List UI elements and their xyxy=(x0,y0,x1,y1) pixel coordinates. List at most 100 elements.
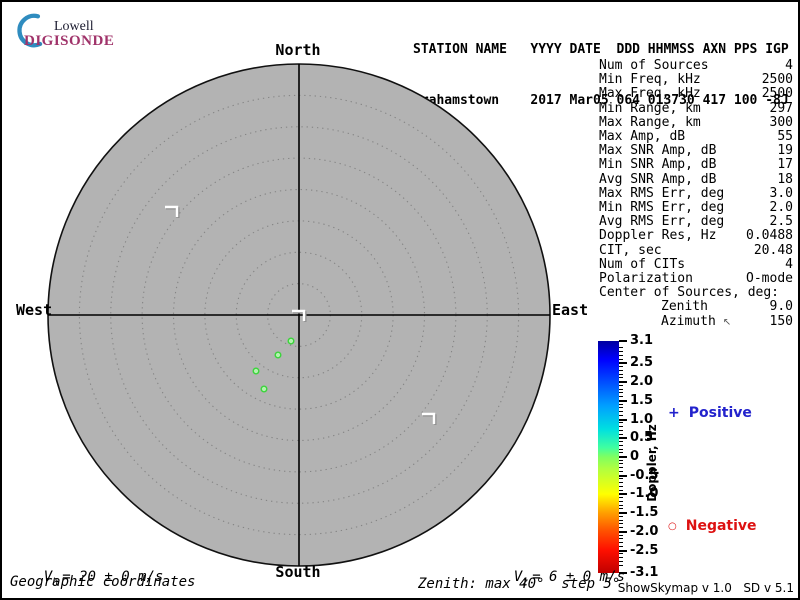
colorbar-minor-tick xyxy=(619,414,623,416)
stat-label: Center of Sources, deg: xyxy=(599,285,780,301)
colorbar-major-tick xyxy=(619,437,627,440)
stat-row: Doppler Res, Hz 0.0488 xyxy=(599,229,793,243)
stat-value: 297 xyxy=(769,100,793,116)
stat-row: Min SNR Amp, dB 17 xyxy=(599,158,793,172)
colorbar-minor-tick xyxy=(619,497,623,499)
plus-icon: + xyxy=(668,405,680,421)
doppler-source-dot xyxy=(287,337,295,345)
colorbar-minor-tick xyxy=(619,373,623,375)
colorbar-tick-label: -3.1 xyxy=(630,565,659,580)
colorbar-minor-tick xyxy=(619,519,623,521)
colorbar-minor-tick xyxy=(619,534,623,536)
stat-value: 4 xyxy=(785,256,793,272)
stat-row: Azimuth ↖ 150 xyxy=(599,313,793,330)
legend-positive: + Positive xyxy=(668,405,752,421)
colorbar-minor-tick xyxy=(619,515,623,517)
colorbar-major-tick xyxy=(619,340,627,342)
azimuth-direction-icon: ↖ xyxy=(722,316,732,328)
colorbar-minor-tick xyxy=(619,426,623,428)
stat-label: Min SNR Amp, dB xyxy=(599,157,717,173)
colorbar-tick-label: 1.5 xyxy=(630,392,654,408)
doppler-source-dot xyxy=(252,367,260,375)
stat-label: Min Range, km xyxy=(599,100,701,116)
colorbar-minor-tick xyxy=(619,444,623,446)
showskymap-window: Lowell DIGISONDE STATION NAME YYYY DATE … xyxy=(0,0,800,600)
stat-row: Min RMS Err, deg 2.0 xyxy=(599,200,793,215)
stat-value: O-mode xyxy=(746,271,793,287)
version-label: ShowSkymap v 1.0 SD v 5.1 xyxy=(617,581,794,595)
stat-row: Avg RMS Err, deg 2.5 xyxy=(599,215,793,229)
colorbar-minor-tick xyxy=(619,354,623,356)
colorbar-minor-tick xyxy=(619,396,623,398)
stat-label: Azimuth ↖ xyxy=(661,313,732,329)
colorbar-axis-label: Doppler, Hz xyxy=(645,424,659,502)
colorbar-major-tick xyxy=(619,530,627,533)
stat-value: 150 xyxy=(769,313,793,329)
colorbar-major-tick xyxy=(619,456,627,458)
stat-value: 2.5 xyxy=(769,214,793,230)
colorbar-minor-tick xyxy=(619,500,623,502)
stat-value: 20.48 xyxy=(753,242,793,258)
stat-row: Avg SNR Amp, dB 18 xyxy=(599,171,793,187)
stat-label: Max Freq, kHz xyxy=(599,86,701,102)
colorbar-minor-tick xyxy=(619,441,623,443)
stat-label: Polarization xyxy=(599,271,693,287)
stat-value: 9.0 xyxy=(769,299,793,315)
legend-positive-label: Positive xyxy=(688,405,752,421)
stat-label: Num of CITs xyxy=(599,256,686,272)
colorbar-tick-label: 3.1 xyxy=(630,333,654,348)
stat-label: Max RMS Err, deg xyxy=(599,185,725,201)
legend-negative-label: Negative xyxy=(685,518,757,534)
colorbar-major-tick xyxy=(619,474,627,477)
colorbar-tick-label: 0 xyxy=(630,449,640,464)
stat-label: Doppler Res, Hz xyxy=(599,228,717,244)
colorbar-minor-tick xyxy=(619,422,623,424)
stat-row: Num of CITs 4 xyxy=(599,256,793,272)
colorbar-major-tick xyxy=(619,362,627,365)
colorbar-minor-tick xyxy=(619,411,623,413)
colorbar-minor-tick xyxy=(619,448,623,450)
colorbar-minor-tick xyxy=(619,407,623,409)
stat-label: Zenith xyxy=(661,299,708,315)
colorbar-minor-tick xyxy=(619,485,623,487)
colorbar-major-tick xyxy=(619,381,627,384)
stat-label: Max Amp, dB xyxy=(599,129,686,145)
colorbar-minor-tick xyxy=(619,504,623,506)
colorbar-minor-tick xyxy=(619,459,623,461)
stat-row: Max Freq, kHz 2500 xyxy=(599,87,793,101)
stat-row: Num of Sources 4 xyxy=(599,58,793,73)
doppler-source-dot xyxy=(274,351,282,359)
colorbar-tick-label: -1.5 xyxy=(630,505,659,521)
stat-row: Min Freq, kHz 2500 xyxy=(599,73,793,87)
colorbar-minor-tick xyxy=(619,523,623,525)
coordinates-label: Geographic coordinates xyxy=(10,574,196,590)
colorbar-minor-tick xyxy=(619,538,623,540)
compass-south-label: South xyxy=(275,563,321,581)
stat-row: Max Amp, dB 55 xyxy=(599,129,793,145)
stat-row: Max SNR Amp, dB 19 xyxy=(599,144,793,158)
stat-value: 2500 xyxy=(761,86,793,102)
zenith-range-label: Zenith: max 40° step 5° xyxy=(418,576,621,592)
colorbar-major-tick xyxy=(619,512,627,515)
colorbar-minor-tick xyxy=(619,403,623,405)
stat-value: 3.0 xyxy=(769,185,793,201)
stat-value: 300 xyxy=(769,114,793,130)
colorbar-minor-tick xyxy=(619,358,623,360)
compass-north-label: North xyxy=(275,41,321,59)
colorbar-minor-tick xyxy=(619,388,623,390)
doppler-source-dot xyxy=(260,385,268,393)
colorbar-minor-tick xyxy=(619,384,623,386)
stat-value: 18 xyxy=(777,171,793,187)
stat-row: Max RMS Err, deg 3.0 xyxy=(599,185,793,201)
legend-negative: ○ Negative xyxy=(668,518,757,534)
stats-panel: Num of Sources 4 Min Freq, kHz 2500 Max Freq… xyxy=(599,58,793,330)
stat-label: Max Range, km xyxy=(599,114,701,130)
colorbar-minor-tick xyxy=(619,392,623,394)
compass-east-label: East xyxy=(552,301,589,319)
colorbar-minor-tick xyxy=(619,429,623,431)
colorbar-tick-label: -2.0 xyxy=(630,523,659,539)
colorbar-major-tick xyxy=(619,549,627,552)
stat-label: Avg SNR Amp, dB xyxy=(599,171,717,187)
colorbar-minor-tick xyxy=(619,527,623,529)
colorbar-tick-label: 2.0 xyxy=(630,374,654,390)
